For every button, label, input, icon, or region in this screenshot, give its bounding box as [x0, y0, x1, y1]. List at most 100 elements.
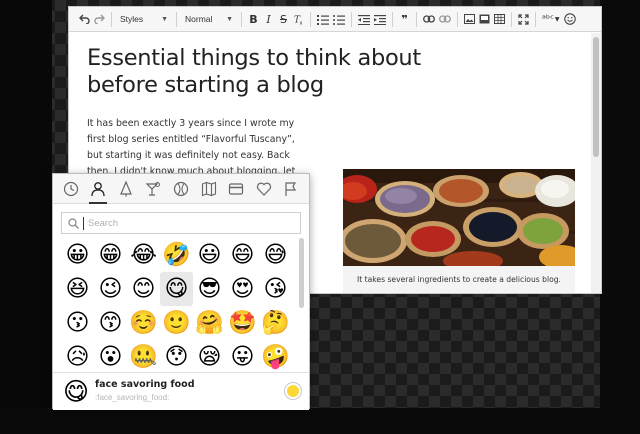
skin-tone-selector[interactable]: [285, 383, 301, 399]
chevron-down-icon: ▼: [161, 15, 168, 23]
emoji-option[interactable]: 😄: [226, 238, 259, 272]
editor-scrollbar-thumb[interactable]: [593, 37, 599, 157]
toolbar-separator: [351, 11, 352, 27]
emoji-option[interactable]: 😎: [193, 272, 226, 306]
indent-icon[interactable]: [373, 10, 387, 29]
emoji-option[interactable]: 🤔: [259, 306, 292, 340]
emoji-option[interactable]: 😅: [259, 238, 292, 272]
maximize-icon[interactable]: [517, 10, 530, 29]
emoji-option[interactable]: 😗: [61, 306, 94, 340]
image-caption: It takes several ingredients to create a…: [357, 275, 561, 284]
heart-icon: [256, 182, 271, 196]
search-icon: [68, 217, 79, 229]
emoji-option[interactable]: 😃: [193, 238, 226, 272]
image-figure[interactable]: It takes several ingredients to create a…: [343, 169, 575, 293]
numbered-list-icon[interactable]: [316, 10, 330, 29]
emoji-option[interactable]: 😆: [61, 272, 94, 306]
tab-people[interactable]: [87, 178, 109, 204]
emoji-search-box[interactable]: [61, 212, 301, 234]
format-dropdown[interactable]: Normal ▼: [181, 10, 237, 29]
image-icon[interactable]: [463, 10, 476, 29]
editor-toolbar: Styles ▼ Normal ▼ B I S Tx ❞ ᵃᵇᶜ ▼: [69, 7, 601, 32]
tree-icon: [119, 180, 132, 196]
embed-media-icon[interactable]: [478, 10, 491, 29]
emoji-option[interactable]: 😍: [226, 272, 259, 306]
emoji-option[interactable]: 🙂: [160, 306, 193, 340]
tab-recent[interactable]: [60, 178, 82, 200]
tab-nature[interactable]: [115, 178, 137, 200]
emoji-option[interactable]: 🤐: [127, 340, 160, 374]
remove-format-icon[interactable]: Tx: [292, 10, 305, 29]
tab-activities[interactable]: [170, 178, 192, 200]
toolbar-separator: [310, 11, 311, 27]
card-icon: [228, 182, 244, 195]
bulleted-list-icon[interactable]: [332, 10, 346, 29]
format-dropdown-label: Normal: [185, 14, 213, 24]
bold-button[interactable]: B: [247, 10, 260, 29]
cocktail-icon: [145, 181, 161, 196]
document-content[interactable]: Essential things to think about before s…: [87, 45, 587, 293]
styles-dropdown[interactable]: Styles ▼: [116, 10, 172, 29]
toolbar-separator: [511, 11, 512, 27]
emoji-option[interactable]: 😪: [193, 340, 226, 374]
toolbar-separator: [392, 11, 393, 27]
preview-emoji-shortcode: :face_savoring_food:: [95, 393, 170, 402]
toolbar-separator: [176, 11, 177, 27]
blockquote-icon[interactable]: ❞: [398, 10, 411, 29]
emoji-grid: 😀 😁 😂 🤣 😃 😄 😅 😆 😉 😊 😋 😎 😍 😘 😗 😙 ☺️ 🙂 🤗 🤩 🤔 😥 😮 🤐 😯 😪 😛 🤪: [61, 238, 295, 374]
emoji-button[interactable]: [563, 10, 577, 29]
tab-food[interactable]: [142, 178, 164, 200]
preview-emoji: 😋: [63, 377, 90, 406]
emoji-option[interactable]: 😛: [226, 340, 259, 374]
clock-icon: [63, 181, 78, 196]
emoji-preview: 😋 face savoring food :face_savoring_food…: [53, 372, 309, 410]
backdrop-right: [600, 0, 640, 434]
spellcheck-icon[interactable]: ᵃᵇᶜ ▼: [541, 10, 561, 29]
tab-symbols[interactable]: [253, 178, 275, 200]
emoji-option[interactable]: 🤪: [259, 340, 292, 374]
backdrop-left: [0, 0, 52, 434]
emoji-option[interactable]: 😁: [94, 238, 127, 272]
link-icon[interactable]: [422, 10, 436, 29]
undo-icon[interactable]: [78, 10, 91, 29]
tab-flags[interactable]: [280, 178, 302, 200]
toolbar-separator: [111, 11, 112, 27]
emoji-category-bar: [53, 174, 309, 204]
redo-icon[interactable]: [93, 10, 106, 29]
outdent-icon[interactable]: [357, 10, 371, 29]
tab-objects[interactable]: [225, 178, 247, 200]
backdrop-bottom: [0, 408, 640, 434]
emoji-panel: 😀😁😂🤣😃😄😅😆😉😊😋😎😍😘😗😙☺️🙂🤗🤩🤔😥😮🤐😯😪😛🤪 😋 face sav…: [52, 173, 310, 410]
emoji-option[interactable]: 😯: [160, 340, 193, 374]
emoji-option[interactable]: 😉: [94, 272, 127, 306]
flag-icon: [285, 181, 297, 196]
emoji-option[interactable]: 😘: [259, 272, 292, 306]
emoji-option[interactable]: 😙: [94, 306, 127, 340]
ball-icon: [173, 181, 189, 196]
emoji-option[interactable]: ☺️: [127, 306, 160, 340]
emoji-option[interactable]: 😋: [160, 272, 193, 306]
text-cursor: [83, 216, 84, 230]
emoji-panel-scrollbar[interactable]: [299, 238, 304, 308]
chevron-down-icon: ▼: [226, 15, 233, 23]
person-icon: [91, 181, 105, 196]
tab-travel[interactable]: [198, 178, 220, 200]
emoji-option[interactable]: 😀: [61, 238, 94, 272]
emoji-option[interactable]: 🤗: [193, 306, 226, 340]
preview-emoji-name: face savoring food: [95, 379, 195, 390]
emoji-option[interactable]: 😊: [127, 272, 160, 306]
emoji-option[interactable]: 🤩: [226, 306, 259, 340]
emoji-option[interactable]: 😥: [61, 340, 94, 374]
emoji-option[interactable]: 😮: [94, 340, 127, 374]
italic-button[interactable]: I: [262, 10, 275, 29]
emoji-search-input[interactable]: [88, 217, 288, 229]
table-icon[interactable]: [493, 10, 506, 29]
styles-dropdown-label: Styles: [120, 14, 144, 24]
strikethrough-button[interactable]: S: [277, 10, 290, 29]
unlink-icon[interactable]: [438, 10, 452, 29]
toolbar-separator: [241, 11, 242, 27]
map-icon: [201, 181, 216, 196]
toolbar-separator: [535, 11, 536, 27]
emoji-option[interactable]: 😂: [127, 238, 160, 272]
emoji-option[interactable]: 🤣: [160, 238, 193, 272]
